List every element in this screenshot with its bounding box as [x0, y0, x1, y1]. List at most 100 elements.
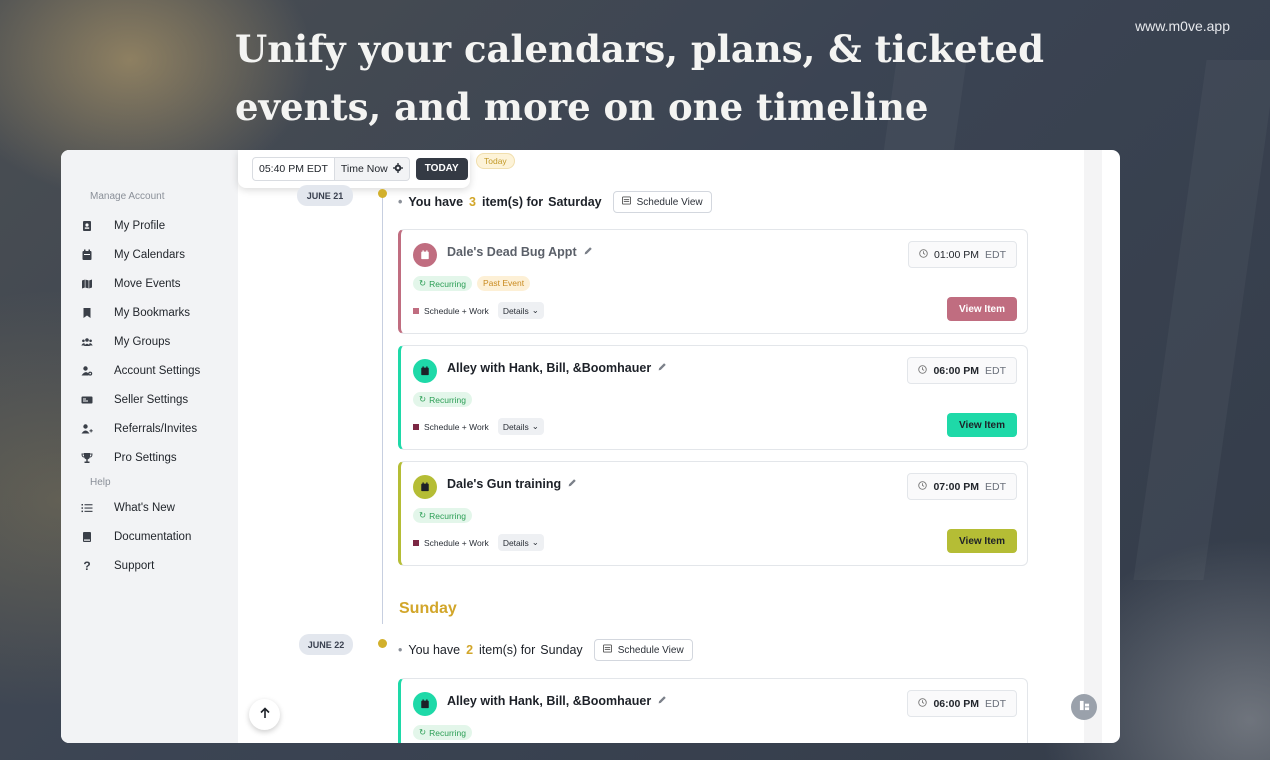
site-url: www.m0ve.app	[1135, 18, 1230, 34]
details-label: Details	[502, 421, 529, 432]
sidebar-item-label: Pro Settings	[114, 451, 177, 464]
user-gear-icon	[81, 365, 93, 377]
item-count: 3	[469, 195, 476, 209]
timeline-main: 05:40 PM EDT Time Now TODAY Today JUNE 2…	[238, 150, 1102, 743]
event-title: Alley with Hank, Bill, &Boomhauer	[447, 694, 667, 708]
event-title-text: Alley with Hank, Bill, &Boomhauer	[447, 361, 652, 375]
item-count: 2	[466, 643, 474, 657]
event-title: Dale's Gun training	[447, 477, 577, 491]
recurring-label: Recurring	[429, 278, 466, 289]
app-window: Manage Account My Profile My Calendars M…	[61, 150, 1120, 743]
sidebar-item-label: Seller Settings	[114, 393, 189, 406]
event-time: 06:00 PM EDT	[907, 690, 1017, 717]
scrollbar[interactable]	[1084, 150, 1102, 743]
event-timezone: EDT	[985, 364, 1006, 377]
details-dropdown[interactable]: Details ⌄	[497, 418, 544, 435]
event-title: Alley with Hank, Bill, &Boomhauer	[447, 361, 667, 375]
summary-mid: item(s) for	[482, 195, 544, 209]
sidebar-item-move-events[interactable]: Move Events	[61, 269, 238, 298]
bookmark-icon	[81, 307, 93, 319]
details-dropdown[interactable]: Details ⌄	[497, 534, 544, 551]
help-heading: Help	[90, 477, 111, 488]
recurring-label: Recurring	[429, 394, 466, 405]
today-badge: Today	[476, 153, 515, 169]
headline-line-2: events, and more on one timeline	[235, 85, 929, 129]
view-item-button[interactable]: View Item	[947, 297, 1017, 321]
event-card[interactable]: Alley with Hank, Bill, &Boomhauer 06:00 …	[398, 678, 1028, 743]
event-time: 07:00 PM EDT	[907, 473, 1017, 500]
schedule-icon	[621, 196, 631, 208]
recurring-badge: ↻ Recurring	[413, 725, 472, 740]
sidebar-item-label: Support	[114, 559, 155, 572]
sidebar-item-support[interactable]: ? Support	[61, 551, 238, 580]
time-now-label: Time Now	[340, 163, 388, 175]
category-label: Schedule + Work	[424, 537, 489, 548]
event-badges: ↻ Recurring	[413, 508, 472, 523]
recurring-badge: ↻ Recurring	[413, 392, 472, 407]
calendar-icon	[413, 692, 437, 716]
clock-icon	[919, 248, 928, 261]
sidebar-item-my-calendars[interactable]: My Calendars	[61, 240, 238, 269]
sidebar-item-label: Documentation	[114, 530, 192, 543]
layout-icon	[1079, 698, 1090, 716]
event-category: Schedule + Work Details ⌄	[413, 418, 544, 435]
day-summary: • You have 2 item(s) for Sunday Schedule…	[398, 639, 693, 661]
profile-icon	[81, 220, 93, 232]
scroll-to-top-button[interactable]	[249, 699, 280, 730]
event-time: 01:00 PM EDT	[908, 241, 1017, 268]
chevron-down-icon: ⌄	[531, 421, 539, 431]
sidebar-item-label: What's New	[114, 501, 175, 514]
event-badges: ↻ Recurring	[413, 725, 472, 740]
details-dropdown[interactable]: Details ⌄	[497, 302, 544, 319]
date-pill-june-21: JUNE 21	[297, 185, 353, 206]
today-button[interactable]: TODAY	[415, 158, 468, 180]
event-badges: ↻ Recurring	[413, 392, 472, 407]
pencil-icon[interactable]	[657, 694, 667, 708]
pencil-icon[interactable]	[567, 477, 577, 491]
repeat-icon: ↻	[419, 510, 427, 520]
sidebar-item-referrals-invites[interactable]: Referrals/Invites	[61, 414, 238, 443]
event-time-value: 01:00 PM	[934, 248, 979, 261]
time-now-button[interactable]: Time Now	[334, 157, 410, 181]
sidebar-item-pro-settings[interactable]: Pro Settings	[61, 443, 238, 472]
clock-icon	[918, 697, 928, 710]
pencil-icon[interactable]	[583, 245, 593, 259]
bullet-icon: •	[398, 195, 403, 209]
view-item-button[interactable]: View Item	[947, 413, 1017, 437]
time-toolbar: 05:40 PM EDT Time Now TODAY	[238, 150, 470, 188]
question-icon: ?	[83, 558, 91, 573]
chevron-down-icon: ⌄	[531, 305, 539, 315]
event-category: Schedule + Work Details ⌄	[413, 302, 544, 319]
sidebar-item-documentation[interactable]: Documentation	[61, 522, 238, 551]
event-title-text: Dale's Gun training	[447, 477, 562, 491]
list-icon	[81, 502, 93, 514]
calendar-icon	[413, 243, 437, 267]
summary-day: Sunday	[540, 643, 583, 657]
schedule-view-button[interactable]: Schedule View	[593, 639, 693, 661]
summary-day: Saturday	[548, 195, 602, 209]
schedule-view-button[interactable]: Schedule View	[612, 191, 712, 213]
sidebar-item-seller-settings[interactable]: Seller Settings	[61, 385, 238, 414]
view-item-button[interactable]: View Item	[947, 529, 1017, 553]
pencil-icon[interactable]	[657, 361, 667, 375]
headline-line-1: Unify your calendars, plans, & ticketed	[235, 27, 1044, 71]
repeat-icon: ↻	[419, 394, 427, 404]
sidebar-item-my-bookmarks[interactable]: My Bookmarks	[61, 298, 238, 327]
event-card[interactable]: Dale's Gun training 07:00 PM EDT ↻ Recurr…	[398, 461, 1028, 566]
sidebar-item-account-settings[interactable]: Account Settings	[61, 356, 238, 385]
summary-prefix: You have	[408, 643, 461, 657]
sidebar-item-whats-new[interactable]: What's New	[61, 493, 238, 522]
event-timezone: EDT	[985, 480, 1006, 493]
timeline-dot	[378, 189, 387, 198]
category-color-swatch	[413, 423, 419, 430]
floating-action-button[interactable]	[1071, 694, 1097, 720]
sidebar-item-label: My Bookmarks	[114, 306, 191, 319]
repeat-icon: ↻	[419, 278, 427, 288]
sidebar-item-my-profile[interactable]: My Profile	[61, 211, 238, 240]
event-card[interactable]: Dale's Dead Bug Appt 01:00 PM EDT ↻ Recur…	[398, 229, 1028, 334]
sidebar-item-my-groups[interactable]: My Groups	[61, 327, 238, 356]
schedule-icon	[602, 644, 612, 656]
event-card[interactable]: Alley with Hank, Bill, &Boomhauer 06:00 …	[398, 345, 1028, 450]
sidebar-item-label: My Calendars	[114, 248, 185, 261]
help-menu: What's New Documentation ? Support	[61, 493, 238, 580]
